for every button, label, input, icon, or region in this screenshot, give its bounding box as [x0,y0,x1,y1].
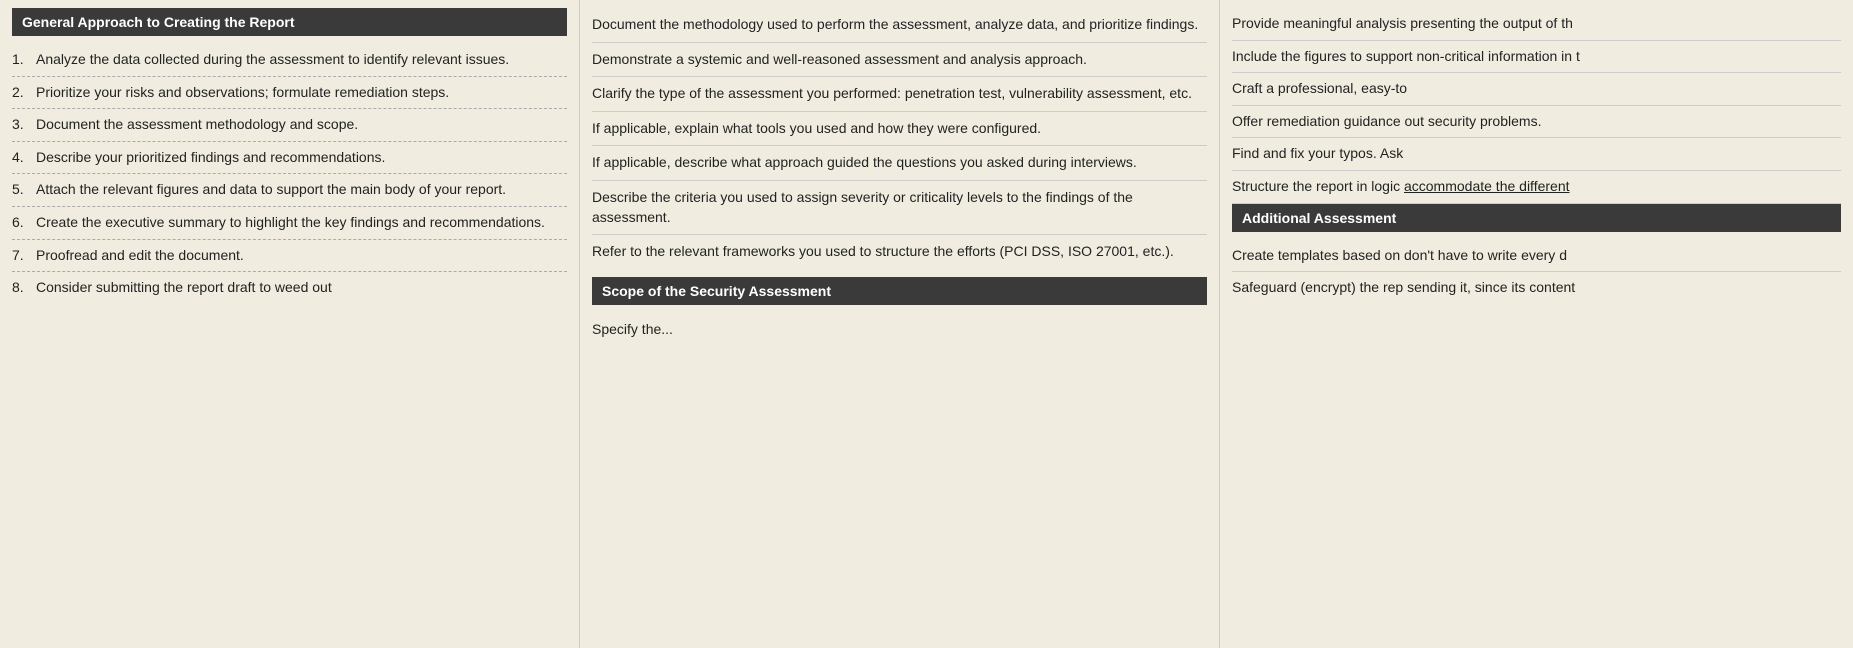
list-number: 4. [12,148,36,168]
list-number: 7. [12,246,36,266]
col3-item: Offer remediation guidance out security … [1232,106,1841,139]
page-container: General Approach to Creating the Report … [0,0,1853,648]
list-text: Create the executive summary to highligh… [36,213,545,233]
col3-item: Craft a professional, easy-to [1232,73,1841,106]
underlined-text: accommodate the different [1404,178,1570,194]
col2-para: Document the methodology used to perform… [592,8,1207,43]
list-item: 1.Analyze the data collected during the … [12,44,567,77]
list-item: 2.Prioritize your risks and observations… [12,77,567,110]
column-1: General Approach to Creating the Report … [0,0,580,648]
list-text: Attach the relevant figures and data to … [36,180,506,200]
list-item: 5.Attach the relevant figures and data t… [12,174,567,207]
col3-section-header: Additional Assessment [1232,204,1841,232]
list-text: Consider submitting the report draft to … [36,278,332,298]
list-text: Prioritize your risks and observations; … [36,83,449,103]
col3-item: Provide meaningful analysis presenting t… [1232,8,1841,41]
col1-section-header: General Approach to Creating the Report [12,8,567,36]
col2-para: Refer to the relevant frameworks you use… [592,235,1207,269]
list-number: 1. [12,50,36,70]
col2-para: If applicable, describe what approach gu… [592,146,1207,181]
list-number: 6. [12,213,36,233]
col3-item: Find and fix your typos. Ask [1232,138,1841,171]
col2-section2-preview: Specify the... [592,313,1207,347]
list-item: 8.Consider submitting the report draft t… [12,272,567,304]
column-3: Provide meaningful analysis presenting t… [1220,0,1853,648]
column-2: Document the methodology used to perform… [580,0,1220,648]
col3-item: Include the figures to support non-criti… [1232,41,1841,74]
list-number: 2. [12,83,36,103]
list-item: 3.Document the assessment methodology an… [12,109,567,142]
col3-item: Safeguard (encrypt) the rep sending it, … [1232,272,1841,304]
list-item: 4.Describe your prioritized findings and… [12,142,567,175]
col2-paragraphs: Document the methodology used to perform… [592,8,1207,269]
list-item: 7.Proofread and edit the document. [12,240,567,273]
col2-para: Demonstrate a systemic and well-reasoned… [592,43,1207,78]
col3-items: Provide meaningful analysis presenting t… [1232,8,1841,304]
list-number: 8. [12,278,36,298]
list-text: Analyze the data collected during the as… [36,50,509,70]
list-number: 3. [12,115,36,135]
col3-item: Structure the report in logic accommodat… [1232,171,1841,204]
list-number: 5. [12,180,36,200]
list-text: Proofread and edit the document. [36,246,244,266]
col2-para: Describe the criteria you used to assign… [592,181,1207,235]
numbered-list: 1.Analyze the data collected during the … [12,44,567,304]
col2-section2-header: Scope of the Security Assessment [592,277,1207,305]
col2-para: Clarify the type of the assessment you p… [592,77,1207,112]
col2-para: If applicable, explain what tools you us… [592,112,1207,147]
col3-item: Create templates based on don't have to … [1232,240,1841,273]
list-text: Describe your prioritized findings and r… [36,148,385,168]
list-item: 6.Create the executive summary to highli… [12,207,567,240]
list-text: Document the assessment methodology and … [36,115,358,135]
